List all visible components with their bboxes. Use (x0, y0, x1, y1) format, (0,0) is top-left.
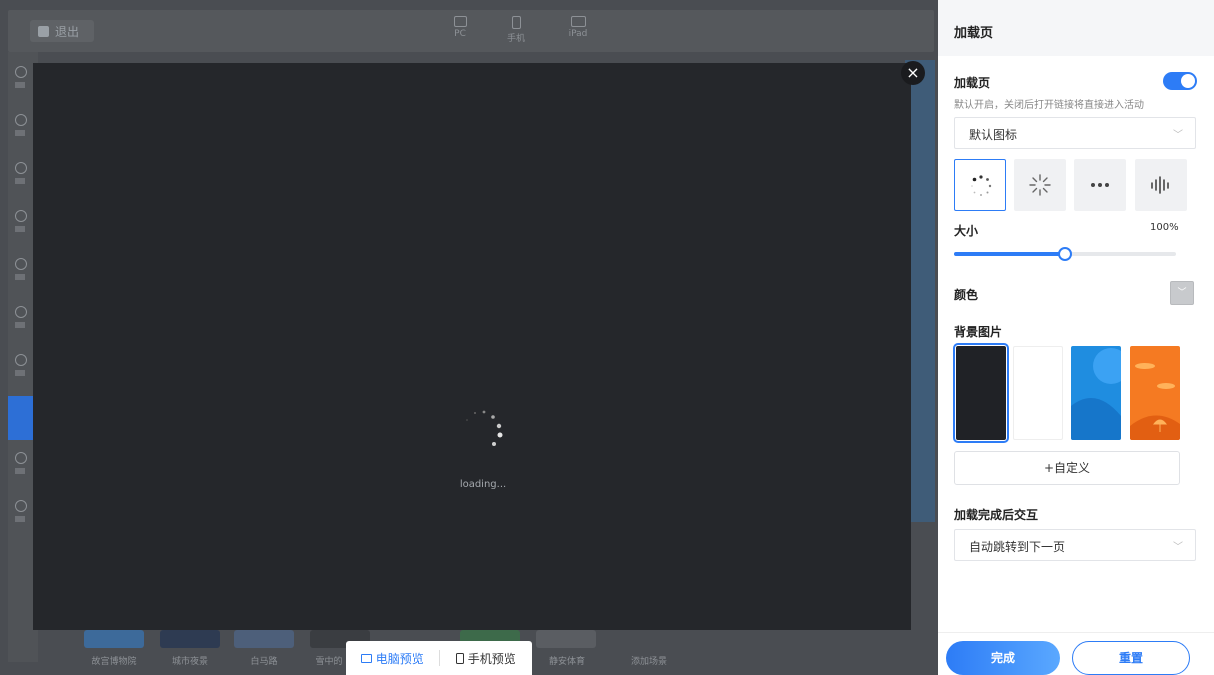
tablet-icon (570, 16, 586, 27)
icon-option-line-spinner[interactable] (1014, 159, 1066, 211)
scene-label: 静安体育 (548, 657, 585, 667)
nav-label-placeholder (15, 468, 25, 474)
nav-item[interactable] (12, 304, 34, 336)
done-button[interactable]: 完成 (946, 641, 1060, 675)
editor-topbar: 退出 PC 手机 iPad (8, 10, 934, 52)
icon-type-select[interactable]: 默认图标 ﹀ (954, 117, 1196, 149)
scene-label: 白马路 (250, 657, 278, 667)
background-thumb-blue[interactable] (1071, 346, 1121, 440)
bars-icon (1151, 176, 1169, 194)
preview-mode-switch: 电脑预览 手机预览 (346, 641, 532, 675)
orange-cloud-pattern (1130, 363, 1180, 440)
size-slider-handle[interactable] (1058, 247, 1072, 261)
background-label: 背景图片 (954, 325, 1003, 339)
loading-text: loading... (459, 479, 507, 490)
icon-option-bars[interactable] (1135, 159, 1187, 211)
spinner-dots-icon (971, 175, 992, 196)
nav-item[interactable] (12, 256, 34, 288)
device-tab-pc[interactable]: PC (440, 16, 480, 39)
scene-thumb[interactable] (536, 630, 596, 648)
nav-item[interactable] (12, 450, 34, 482)
nav-item[interactable] (12, 498, 34, 530)
mobile-preview-label: 手机预览 (467, 651, 516, 666)
nav-item[interactable] (12, 112, 34, 144)
scene-thumb[interactable] (234, 630, 294, 648)
scene-label: 故宫博物院 (91, 657, 137, 667)
nav-label-placeholder (15, 274, 25, 280)
pc-preview-button[interactable]: 电脑预览 (346, 641, 439, 675)
color-picker[interactable]: ﹀ (1170, 281, 1194, 305)
close-icon: × (906, 63, 920, 82)
size-slider[interactable] (954, 247, 1176, 261)
monitor-icon (360, 653, 372, 663)
background-thumb-white[interactable] (1013, 346, 1063, 440)
background-thumb-dark[interactable] (953, 343, 1009, 443)
pc-preview-label: 电脑预览 (375, 651, 424, 666)
nav-icon (15, 306, 27, 318)
icon-option-ellipsis[interactable] (1074, 159, 1126, 211)
icon-type-value: 默认图标 (969, 128, 1018, 142)
chevron-down-icon: ﹀ (1173, 542, 1183, 553)
after-load-select[interactable]: 自动跳转到下一页 ﹀ (954, 529, 1196, 561)
panel-title: 加载页 (938, 0, 1214, 56)
mobile-preview-button[interactable]: 手机预览 (440, 641, 533, 675)
nav-label-placeholder (15, 322, 25, 328)
scene-label: 添加场景 (630, 657, 667, 667)
device-label: iPad (568, 29, 588, 39)
nav-label-placeholder (15, 130, 25, 136)
chevron-down-icon: ﹀ (1177, 288, 1187, 298)
nav-item[interactable] (12, 64, 34, 96)
loading-preview: loading... (33, 63, 911, 630)
device-tab-mobile[interactable]: 手机 (496, 16, 536, 44)
size-label: 大小 (954, 224, 979, 238)
monitor-icon (453, 16, 467, 27)
blue-wave-pattern (1071, 348, 1121, 440)
nav-label-placeholder (15, 226, 25, 232)
custom-background-button[interactable]: +自定义 (954, 451, 1180, 485)
loading-page-toggle[interactable] (1163, 72, 1197, 90)
nav-label-placeholder (15, 370, 25, 376)
icon-option-dots-spinner[interactable] (954, 159, 1006, 211)
nav-icon (15, 452, 27, 464)
nav-icon (15, 500, 27, 512)
scene-label: 城市夜景 (171, 657, 208, 667)
nav-label-placeholder (15, 82, 25, 88)
background-thumb-orange[interactable] (1130, 346, 1180, 440)
nav-icon (15, 66, 27, 78)
after-load-label: 加载完成后交互 (954, 508, 1039, 522)
loading-spinner-icon (466, 410, 503, 446)
scene-thumb[interactable] (84, 630, 144, 648)
settings-panel: 加载页 加载页 默认开启，关闭后打开链接将直接进入活动 默认图标 ﹀ 大小 10… (938, 0, 1214, 675)
nav-label-placeholder (15, 178, 25, 184)
nav-icon (15, 210, 27, 222)
after-load-value: 自动跳转到下一页 (969, 540, 1066, 554)
size-value: 100% (1150, 222, 1179, 233)
nav-label-placeholder (15, 516, 25, 522)
nav-item[interactable] (12, 352, 34, 384)
device-label: 手机 (506, 34, 525, 44)
exit-label: 退出 (55, 24, 80, 39)
phone-icon (511, 16, 521, 29)
nav-icon (15, 114, 27, 126)
nav-icon (15, 354, 27, 366)
nav-item[interactable] (12, 160, 34, 192)
ellipsis-icon (1091, 183, 1109, 187)
loading-page-hint: 默认开启，关闭后打开链接将直接进入活动 (954, 100, 1144, 111)
phone-icon (455, 652, 464, 664)
scene-thumb[interactable] (160, 630, 220, 648)
chevron-down-icon: ﹀ (1173, 130, 1183, 141)
spinner-lines-icon (1029, 174, 1051, 196)
loading-page-title: 加载页 (954, 76, 991, 90)
device-label: PC (454, 29, 466, 39)
nav-icon (15, 258, 27, 270)
nav-icon (15, 162, 27, 174)
close-preview-button[interactable]: × (901, 61, 925, 85)
device-tab-ipad[interactable]: iPad (558, 16, 598, 39)
nav-item[interactable] (12, 208, 34, 240)
exit-button[interactable]: 退出 (30, 20, 94, 42)
color-label: 颜色 (954, 288, 979, 302)
exit-icon (38, 25, 49, 37)
reset-button[interactable]: 重置 (1072, 641, 1190, 675)
size-slider-fill (954, 252, 1065, 256)
